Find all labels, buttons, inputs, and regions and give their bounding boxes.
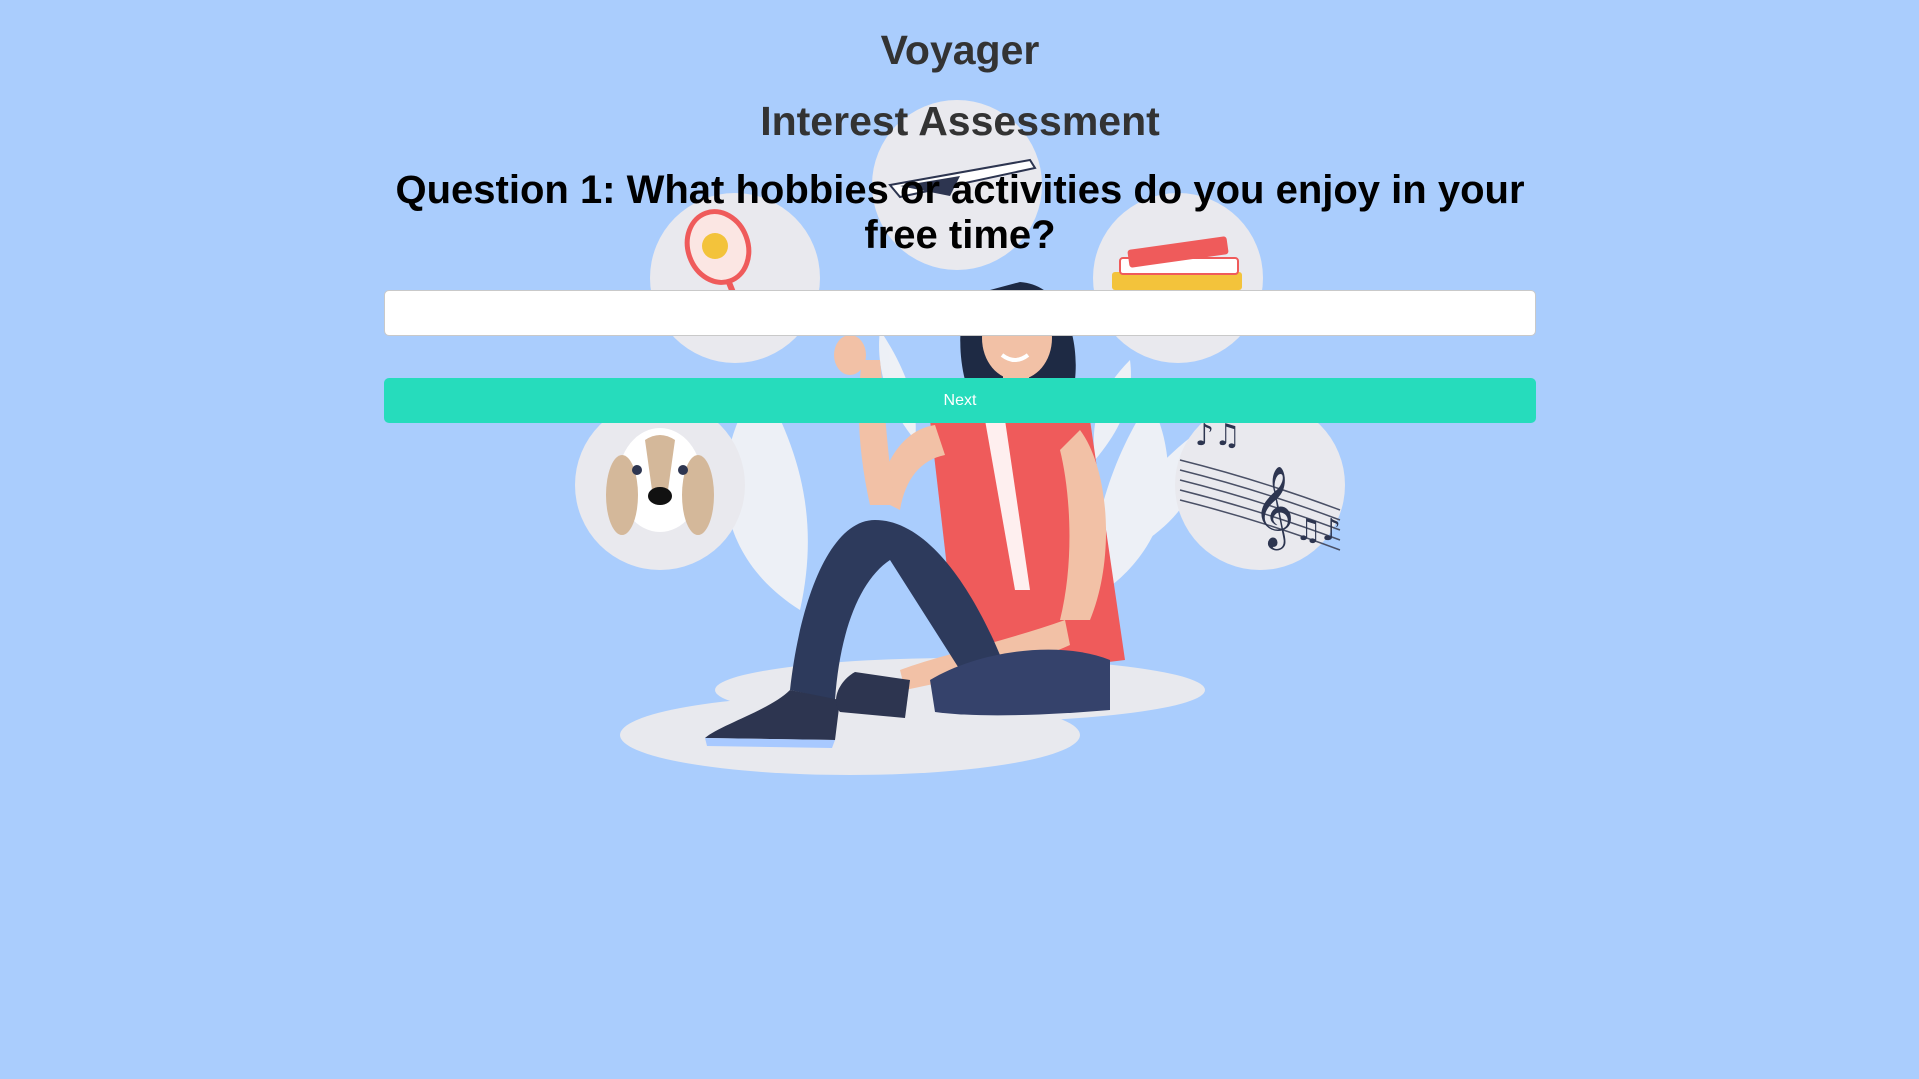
next-button[interactable]: Next bbox=[384, 378, 1536, 423]
hobbies-illustration: 𝄞 ♪♫ ♫♪ bbox=[575, 100, 1345, 775]
assessment-title: Interest Assessment bbox=[760, 98, 1160, 144]
page: 𝄞 ♪♫ ♫♪ Voyager Interest Assessment Ques… bbox=[0, 0, 1919, 1079]
app-title: Voyager bbox=[880, 27, 1040, 73]
question-text: Question 1: What hobbies or activities d… bbox=[395, 168, 1525, 257]
svg-text:♪♫: ♪♫ bbox=[1195, 418, 1241, 453]
svg-text:𝄞: 𝄞 bbox=[1253, 465, 1294, 550]
svg-text:♫♪: ♫♪ bbox=[1295, 513, 1341, 548]
dog-icon bbox=[575, 400, 745, 570]
music-notes-icon: 𝄞 ♪♫ ♫♪ bbox=[1175, 400, 1345, 570]
answer-input[interactable] bbox=[384, 290, 1536, 336]
